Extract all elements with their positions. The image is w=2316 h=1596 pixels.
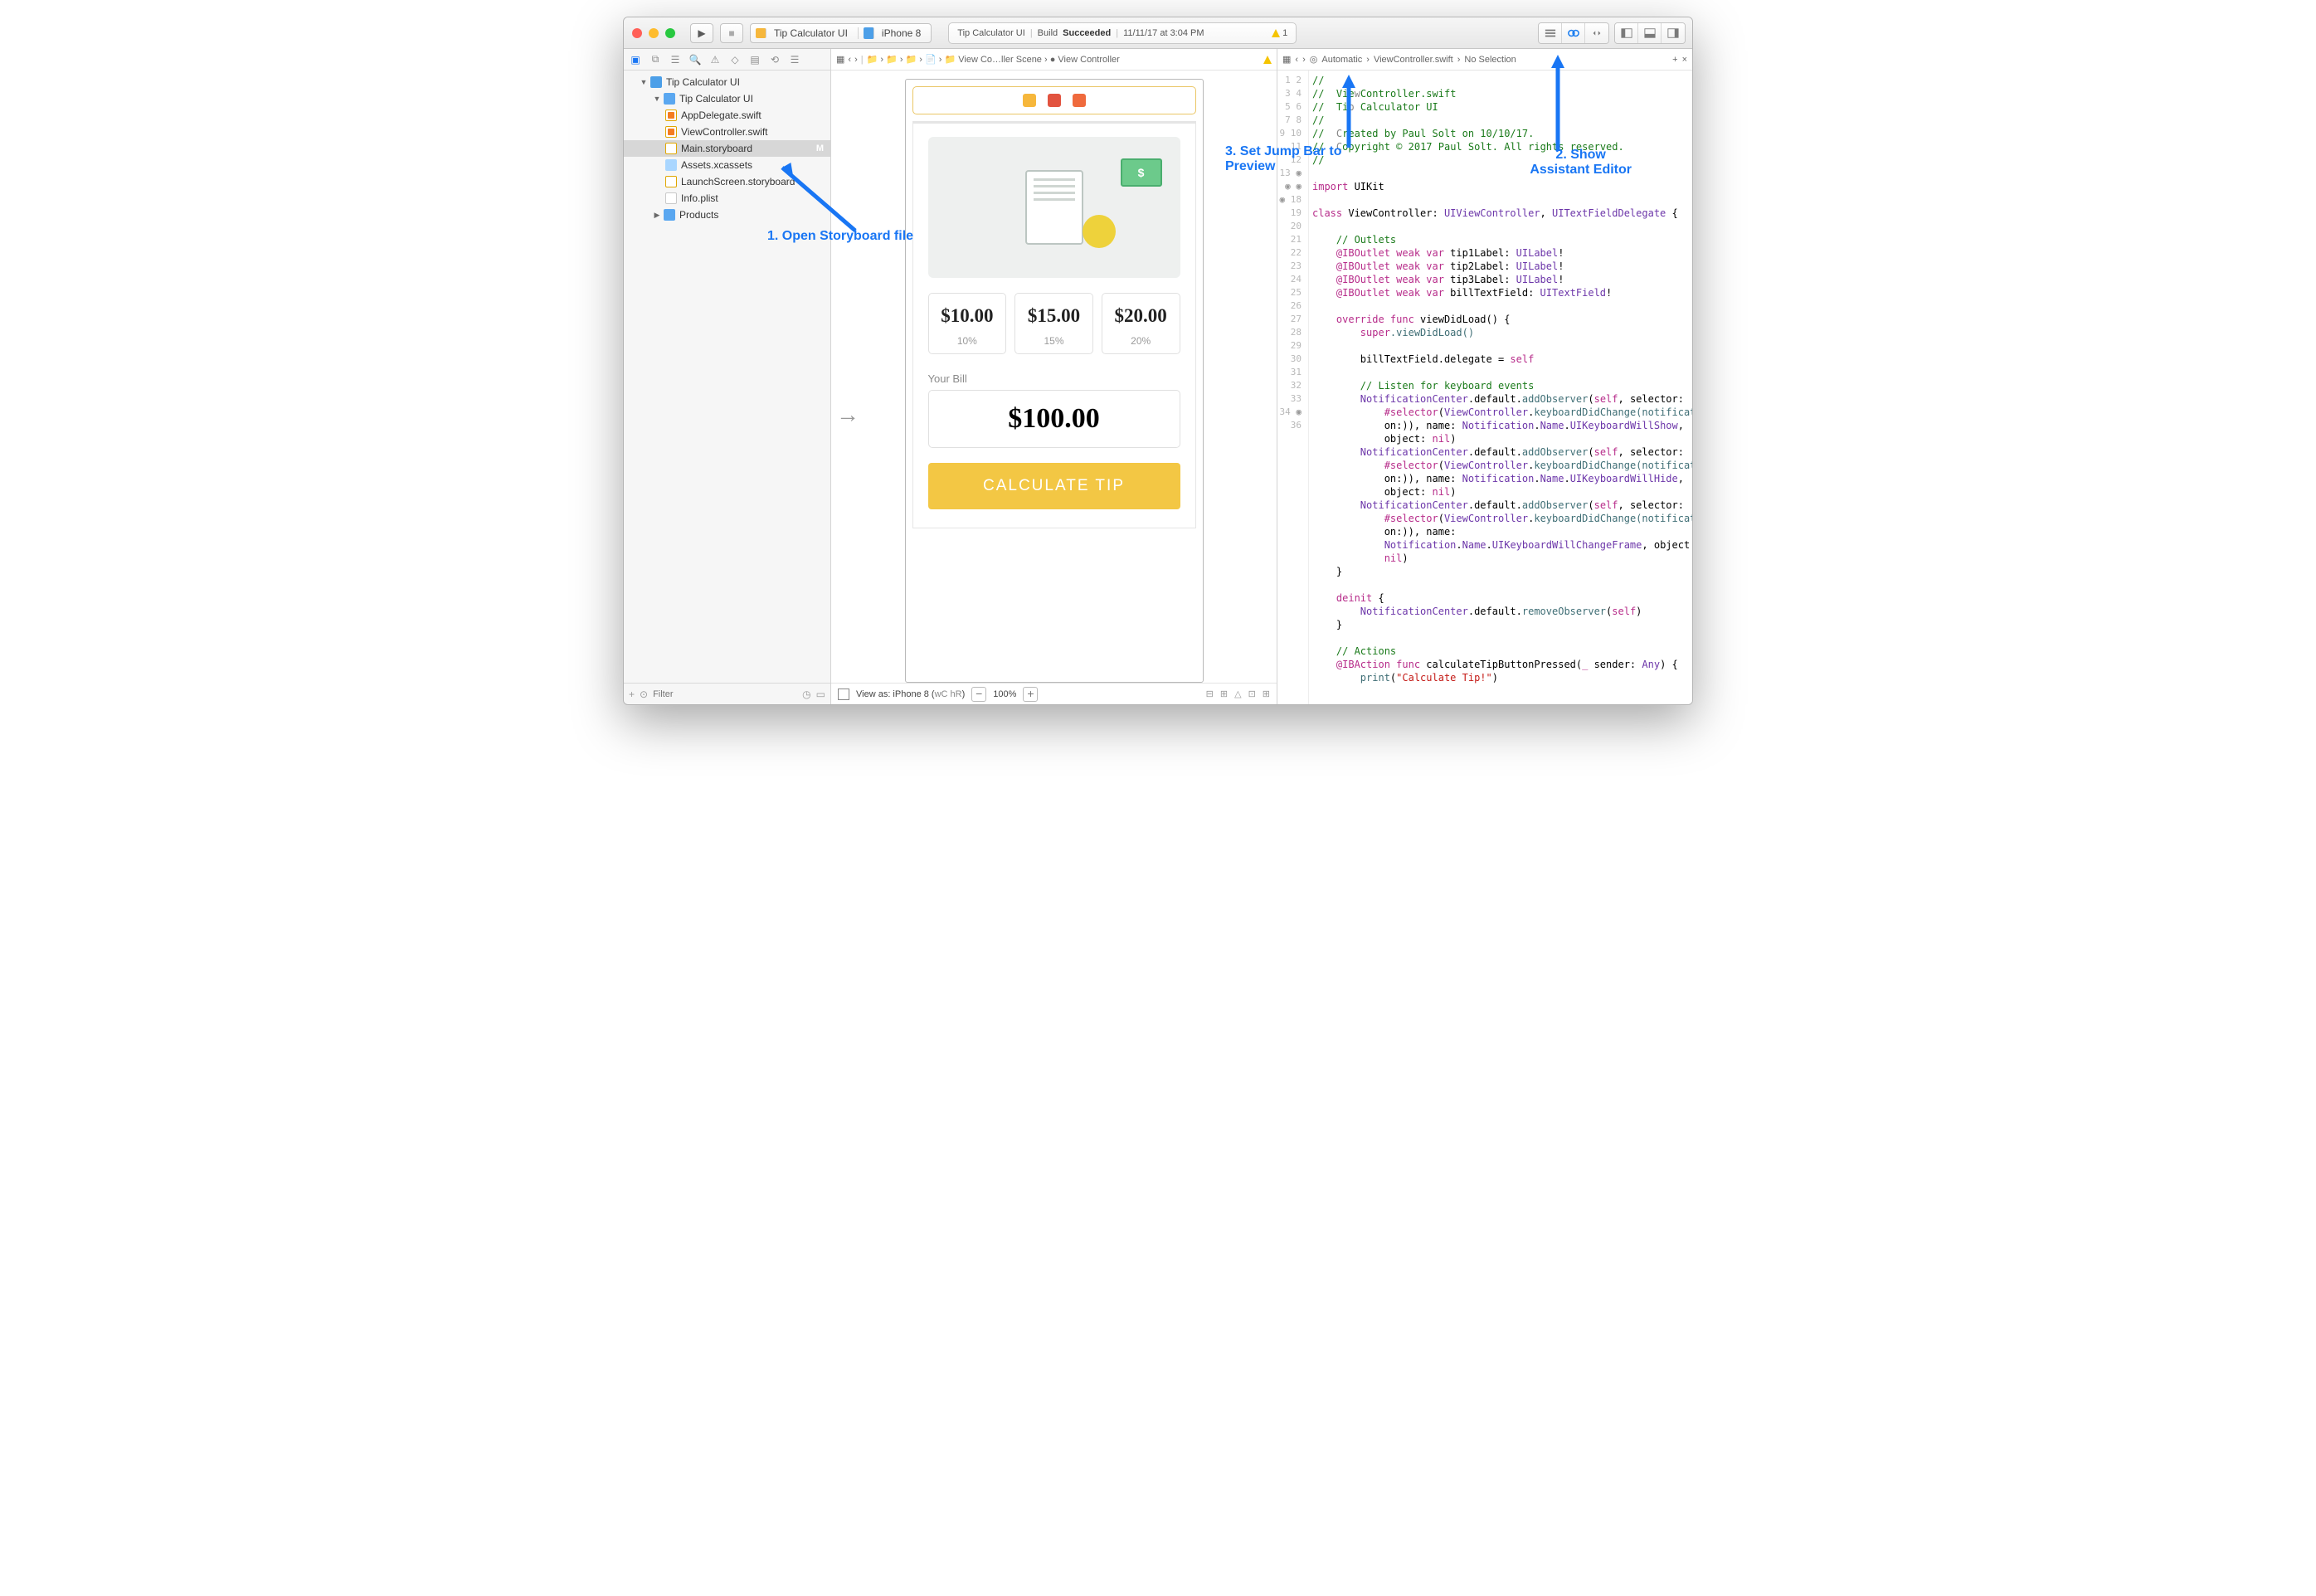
add-assistant-button[interactable]: + <box>1672 55 1677 65</box>
back-button[interactable]: ‹ <box>1295 55 1298 65</box>
jumpbar-sel[interactable]: No Selection <box>1464 55 1516 65</box>
forward-button[interactable]: › <box>1302 55 1306 65</box>
warning-badge[interactable]: 1 <box>1272 28 1287 38</box>
stop-button[interactable] <box>720 23 743 43</box>
toggle-navigator-button[interactable] <box>1615 23 1638 43</box>
toggle-utilities-button[interactable] <box>1662 23 1685 43</box>
resolve-button[interactable]: △ <box>1234 689 1241 699</box>
tip2-label: $15.00 <box>1015 305 1092 327</box>
calculate-tip-button[interactable]: CALCULATE TIP <box>928 463 1180 509</box>
toolbar: Tip Calculator UI iPhone 8 Tip Calculato… <box>624 17 1692 49</box>
source-editor[interactable]: 1 2 3 4 5 6 7 8 9 10 11 12 13 ◉ ◉ ◉ ◉ 18… <box>1277 71 1692 704</box>
find-navigator-tab[interactable]: 🔍 <box>687 54 703 66</box>
scheme-selector[interactable]: Tip Calculator UI iPhone 8 <box>750 23 932 43</box>
issue-navigator-tab[interactable]: ⚠ <box>707 54 723 66</box>
close-assistant-button[interactable]: × <box>1682 55 1687 65</box>
exit-icon[interactable] <box>1073 94 1086 107</box>
viewas-button[interactable]: View as: iPhone 8 (wC hR) <box>856 689 965 699</box>
navigator-tabs: ▣ ⧉ ☰ 🔍 ⚠ ◇ ▤ ⟲ ☰ <box>624 49 830 71</box>
view-controller-view: $ $10.00 10% $15.00 15% $20.00 <box>905 79 1204 683</box>
zoom-out-button[interactable]: − <box>971 687 986 702</box>
tip3-label: $20.00 <box>1102 305 1180 327</box>
tree-products[interactable]: ▶Products <box>624 207 830 223</box>
symbol-navigator-tab[interactable]: ☰ <box>667 54 684 66</box>
breakpoint-navigator-tab[interactable]: ⟲ <box>766 54 783 66</box>
traits-button[interactable] <box>838 689 849 700</box>
report-navigator-tab[interactable]: ☰ <box>786 54 803 66</box>
tree-launchscreen[interactable]: LaunchScreen.storyboard <box>624 173 830 190</box>
tree-group[interactable]: ▼Tip Calculator UI <box>624 90 830 107</box>
filter-input[interactable] <box>653 689 797 699</box>
debug-navigator-tab[interactable]: ▤ <box>747 54 763 66</box>
jumpbar-mode[interactable]: Automatic <box>1321 55 1362 65</box>
assistant-editor-button[interactable] <box>1562 23 1585 43</box>
ib-jumpbar: ▦ ‹ › | 📁 › 📁 › 📁 › 📄 › 📁 View Co…ller S… <box>831 49 1277 71</box>
tree-root[interactable]: ▼Tip Calculator UI <box>624 74 830 90</box>
tip1-label: $10.00 <box>929 305 1006 327</box>
add-file-button[interactable]: + <box>629 689 635 700</box>
scm-filter-button[interactable]: ▭ <box>816 689 825 700</box>
activity-view: Tip Calculator UI | Build Succeeded | 11… <box>948 22 1297 44</box>
recent-filter-button[interactable]: ◷ <box>802 689 810 700</box>
tree-infoplist[interactable]: Info.plist <box>624 190 830 207</box>
forward-button[interactable]: › <box>854 55 858 65</box>
source-control-navigator-tab[interactable]: ⧉ <box>647 53 664 66</box>
assistant-jumpbar: ▦ ‹ › ◎ Automatic › ViewController.swift… <box>1277 49 1692 71</box>
back-button[interactable]: ‹ <box>848 55 851 65</box>
viewcontroller-icon[interactable] <box>1023 94 1036 107</box>
ib-canvas[interactable]: $ $10.00 10% $15.00 15% $20.00 <box>831 71 1277 683</box>
standard-editor-button[interactable] <box>1539 23 1562 43</box>
filter-icon: ⊙ <box>640 689 648 700</box>
zoom-window-button[interactable] <box>665 28 675 38</box>
selected-scene-bar <box>912 86 1196 114</box>
close-window-button[interactable] <box>632 28 642 38</box>
align-button[interactable]: ⊟ <box>1206 689 1214 699</box>
toggle-debug-button[interactable] <box>1638 23 1662 43</box>
navigator-panel: ▣ ⧉ ☰ 🔍 ⚠ ◇ ▤ ⟲ ☰ ▼Tip Calculator UI ▼Ti… <box>624 49 831 704</box>
run-button[interactable] <box>690 23 713 43</box>
jumpbar-path[interactable]: 📁 › 📁 › 📁 › 📄 › 📁 View Co…ller Scene › ●… <box>867 54 1120 65</box>
bill-label: Your Bill <box>928 372 1180 385</box>
tree-main-storyboard[interactable]: Main.storyboardM <box>624 140 830 157</box>
tip1-card: $10.00 10% <box>928 293 1007 354</box>
tree-viewcontroller[interactable]: ViewController.swift <box>624 124 830 140</box>
project-navigator-tab[interactable]: ▣ <box>627 54 644 66</box>
tree-assets[interactable]: Assets.xcassets <box>624 157 830 173</box>
minimize-window-button[interactable] <box>649 28 659 38</box>
first-responder-icon[interactable] <box>1048 94 1061 107</box>
tip2-card: $15.00 15% <box>1014 293 1093 354</box>
related-items-button[interactable]: ▦ <box>1282 54 1291 65</box>
panel-toggles-segmented <box>1614 22 1686 44</box>
ib-bottom-bar: View as: iPhone 8 (wC hR) − 100% + ⊟ ⊞ △… <box>831 683 1277 704</box>
interface-builder: ▦ ‹ › | 📁 › 📁 › 📁 › 📄 › 📁 View Co…ller S… <box>831 49 1277 704</box>
project-tree: ▼Tip Calculator UI ▼Tip Calculator UI Ap… <box>624 71 830 226</box>
tree-appdelegate[interactable]: AppDelegate.swift <box>624 107 830 124</box>
window-controls <box>632 28 675 38</box>
version-editor-button[interactable] <box>1585 23 1608 43</box>
related-items-button[interactable]: ▦ <box>836 54 844 65</box>
embed-button[interactable]: ⊡ <box>1248 689 1256 699</box>
assistant-editor: ▦ ‹ › ◎ Automatic › ViewController.swift… <box>1277 49 1692 704</box>
editor-mode-segmented <box>1538 22 1609 44</box>
test-navigator-tab[interactable]: ◇ <box>727 54 743 66</box>
pin-button[interactable]: ⊞ <box>1220 689 1228 699</box>
zoom-level: 100% <box>993 689 1016 699</box>
tip3-card: $20.00 20% <box>1102 293 1180 354</box>
stack-button[interactable]: ⊞ <box>1263 689 1270 699</box>
illustration-imageview: $ <box>928 137 1180 278</box>
navigator-filter-bar: + ⊙ ◷ ▭ <box>624 683 830 704</box>
zoom-in-button[interactable]: + <box>1023 687 1038 702</box>
jumpbar-file[interactable]: ViewController.swift <box>1374 55 1453 65</box>
bill-textfield[interactable]: $100.00 <box>928 390 1180 448</box>
